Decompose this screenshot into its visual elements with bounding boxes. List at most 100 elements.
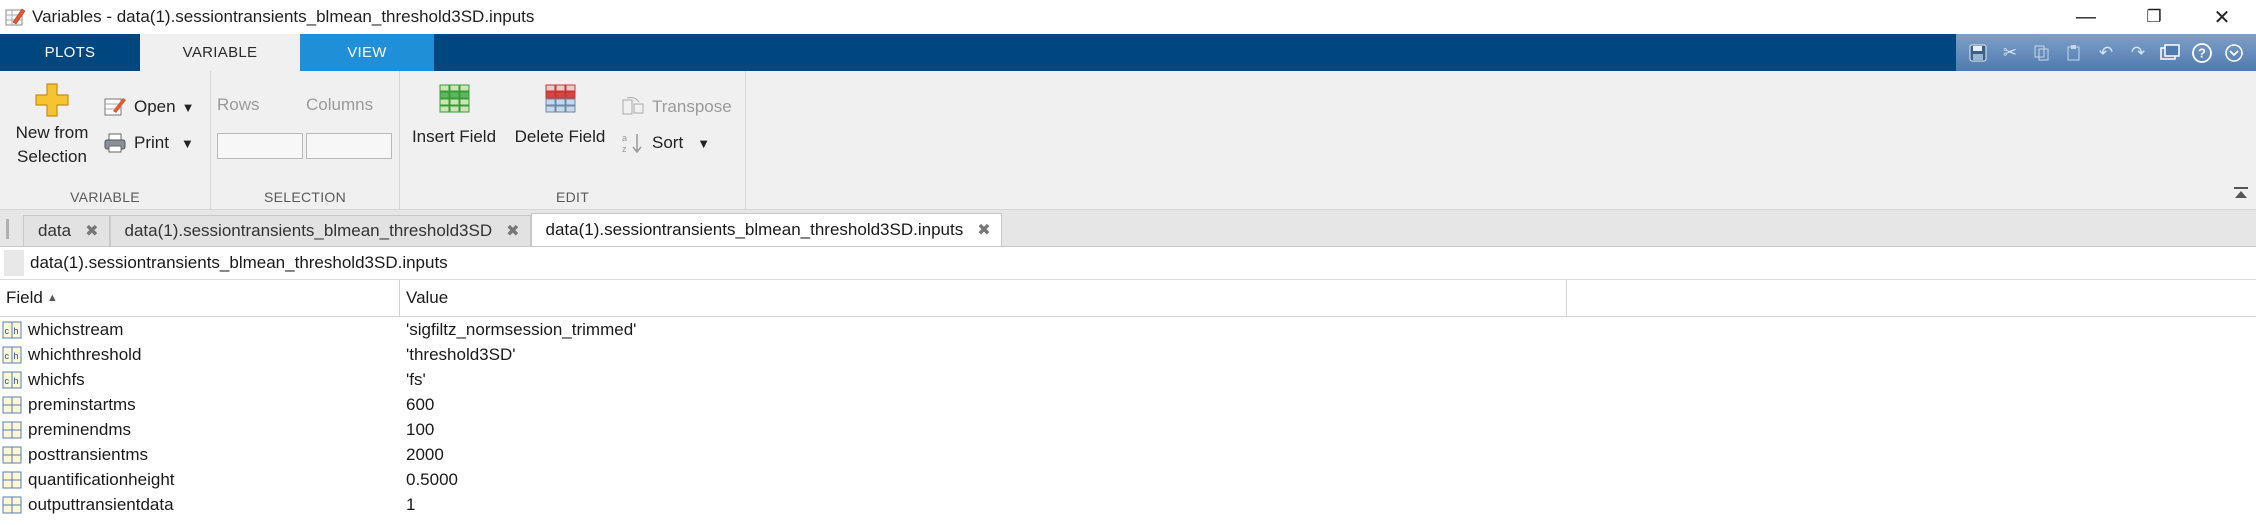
collapse-ribbon-icon[interactable] bbox=[2232, 186, 2250, 205]
value-cell[interactable]: 1 bbox=[400, 495, 415, 515]
redo-icon[interactable]: ↷ bbox=[2124, 39, 2152, 67]
doc-tab-label: data bbox=[38, 221, 72, 240]
value-cell[interactable]: 0.5000 bbox=[400, 470, 458, 490]
document-tab-bar: data ✖ data(1).sessiontransients_blmean_… bbox=[0, 210, 2256, 247]
variables-editor-icon bbox=[5, 8, 26, 26]
field-name: quantificationheight bbox=[28, 469, 175, 489]
table-row[interactable]: outputtransientdata 1 bbox=[0, 492, 2256, 517]
field-cell[interactable]: c h whichfs bbox=[0, 370, 400, 390]
open-variable-icon bbox=[102, 95, 128, 119]
field-cell[interactable]: c h whichthreshold bbox=[0, 345, 400, 365]
field-name: whichfs bbox=[28, 369, 85, 389]
close-tab-icon[interactable]: ✖ bbox=[977, 220, 990, 240]
chevron-down-icon: ▼ bbox=[697, 135, 711, 151]
table-row[interactable]: quantificationheight 0.5000 bbox=[0, 467, 2256, 492]
restore-button[interactable]: ❐ bbox=[2120, 0, 2188, 34]
field-cell[interactable]: quantificationheight bbox=[0, 470, 400, 490]
field-cell[interactable]: preminstartms bbox=[0, 395, 400, 415]
undo-icon[interactable]: ↶ bbox=[2092, 39, 2120, 67]
minimize-button[interactable]: — bbox=[2052, 0, 2120, 34]
chevron-down-icon: ▼ bbox=[181, 99, 195, 115]
tab-variable[interactable]: VARIABLE bbox=[140, 34, 300, 71]
svg-text:?: ? bbox=[2198, 45, 2206, 60]
window-title: Variables - data(1).sessiontransients_bl… bbox=[32, 7, 535, 26]
breadcrumb: data(1).sessiontransients_blmean_thresho… bbox=[0, 247, 2256, 280]
selection-section: Rows Columns SELECTION bbox=[211, 71, 400, 209]
value-cell[interactable]: 'fs' bbox=[400, 370, 426, 390]
close-tab-icon[interactable]: ✖ bbox=[85, 221, 98, 241]
column-header-field[interactable]: Field ▲ bbox=[0, 280, 400, 316]
sort-icon: az bbox=[620, 131, 646, 155]
transpose-button[interactable]: Transpose bbox=[620, 95, 732, 119]
cut-icon[interactable]: ✂ bbox=[1996, 39, 2024, 67]
ribbon-tab-strip: PLOTS VARIABLE VIEW ✂ ↶ ↷ ? bbox=[0, 34, 2256, 71]
doc-tab-inputs[interactable]: data(1).sessiontransients_blmean_thresho… bbox=[530, 213, 1002, 246]
value-cell[interactable]: 2000 bbox=[400, 445, 444, 465]
svg-text:c: c bbox=[5, 351, 10, 361]
new-from-selection-label: New from Selection bbox=[15, 123, 89, 166]
char-array-icon: ch bbox=[2, 371, 22, 388]
transpose-icon bbox=[620, 95, 646, 119]
close-tab-icon[interactable]: ✖ bbox=[506, 221, 519, 241]
table-row[interactable]: c h whichstream 'sigfiltz_normsession_trimm… bbox=[0, 317, 2256, 342]
svg-text:c: c bbox=[5, 376, 10, 386]
numeric-array-icon bbox=[2, 396, 22, 413]
field-name: posttransientms bbox=[28, 444, 148, 464]
selection-section-label: SELECTION bbox=[263, 189, 347, 205]
svg-text:z: z bbox=[622, 144, 627, 154]
insert-field-label: Insert Field bbox=[411, 127, 497, 146]
paste-icon[interactable] bbox=[2060, 39, 2088, 67]
new-from-selection-button[interactable]: New from Selection bbox=[6, 81, 98, 169]
columns-input[interactable] bbox=[306, 133, 392, 159]
doc-tab-sessiontransients[interactable]: data(1).sessiontransients_blmean_thresho… bbox=[109, 215, 531, 246]
value-cell[interactable]: 'sigfiltz_normsession_trimmed' bbox=[400, 320, 636, 340]
help-icon[interactable]: ? bbox=[2188, 39, 2216, 67]
table-row[interactable]: preminstartms 600 bbox=[0, 392, 2256, 417]
chevron-down-icon: ▼ bbox=[180, 135, 194, 151]
field-name: whichthreshold bbox=[28, 344, 142, 364]
column-header-blank bbox=[1567, 280, 2256, 316]
tab-plots[interactable]: PLOTS bbox=[0, 34, 140, 71]
dropdown-icon[interactable] bbox=[2220, 39, 2248, 67]
doc-tab-data[interactable]: data ✖ bbox=[23, 215, 110, 246]
breadcrumb-grip bbox=[4, 250, 24, 276]
numeric-array-icon bbox=[2, 421, 22, 438]
insert-field-icon bbox=[439, 84, 470, 113]
field-cell[interactable]: c h whichstream bbox=[0, 320, 400, 340]
value-cell[interactable]: 600 bbox=[400, 395, 434, 415]
svg-text:h: h bbox=[14, 326, 19, 336]
field-cell[interactable]: posttransientms bbox=[0, 445, 400, 465]
value-cell[interactable]: 100 bbox=[400, 420, 434, 440]
field-cell[interactable]: preminendms bbox=[0, 420, 400, 440]
switch-windows-icon[interactable] bbox=[2156, 39, 2184, 67]
tab-view[interactable]: VIEW bbox=[300, 34, 434, 71]
insert-field-button[interactable]: Insert Field bbox=[408, 81, 500, 149]
struct-field-table: Field ▲ Value c h whichstream'sigfiltz_nor… bbox=[0, 280, 2256, 517]
table-row[interactable]: preminendms 100 bbox=[0, 417, 2256, 442]
table-row[interactable]: c h whichthreshold 'threshold3SD' bbox=[0, 342, 2256, 367]
column-header-value[interactable]: Value bbox=[400, 280, 1567, 316]
sort-ascending-icon: ▲ bbox=[46, 292, 58, 304]
field-cell[interactable]: outputtransientdata bbox=[0, 495, 400, 515]
close-button[interactable]: ✕ bbox=[2188, 0, 2256, 34]
rows-input[interactable] bbox=[217, 133, 303, 159]
ribbon-toolstrip: New from Selection Open ▼ Print ▼ VARIAB… bbox=[0, 71, 2256, 210]
delete-field-label: Delete Field bbox=[514, 127, 606, 146]
print-label: Print bbox=[134, 133, 169, 152]
sort-button[interactable]: az Sort ▼ bbox=[620, 131, 710, 155]
delete-field-button[interactable]: Delete Field bbox=[510, 81, 610, 149]
variable-section-label: VARIABLE bbox=[70, 189, 140, 205]
copy-icon[interactable] bbox=[2028, 39, 2056, 67]
value-cell[interactable]: 'threshold3SD' bbox=[400, 345, 516, 365]
save-icon[interactable] bbox=[1964, 39, 1992, 67]
table-row[interactable]: c h whichfs 'fs' bbox=[0, 367, 2256, 392]
tab-grip[interactable] bbox=[6, 219, 9, 239]
print-button[interactable]: Print ▼ bbox=[102, 131, 194, 155]
doc-tab-label: data(1).sessiontransients_blmean_thresho… bbox=[124, 221, 493, 240]
open-button[interactable]: Open ▼ bbox=[102, 95, 194, 119]
char-array-icon: ch bbox=[2, 321, 22, 338]
edit-section-label: EDIT bbox=[555, 189, 590, 205]
field-name: outputtransientdata bbox=[28, 494, 174, 514]
table-row[interactable]: posttransientms 2000 bbox=[0, 442, 2256, 467]
quick-access-toolbar: ✂ ↶ ↷ ? bbox=[1956, 34, 2256, 71]
